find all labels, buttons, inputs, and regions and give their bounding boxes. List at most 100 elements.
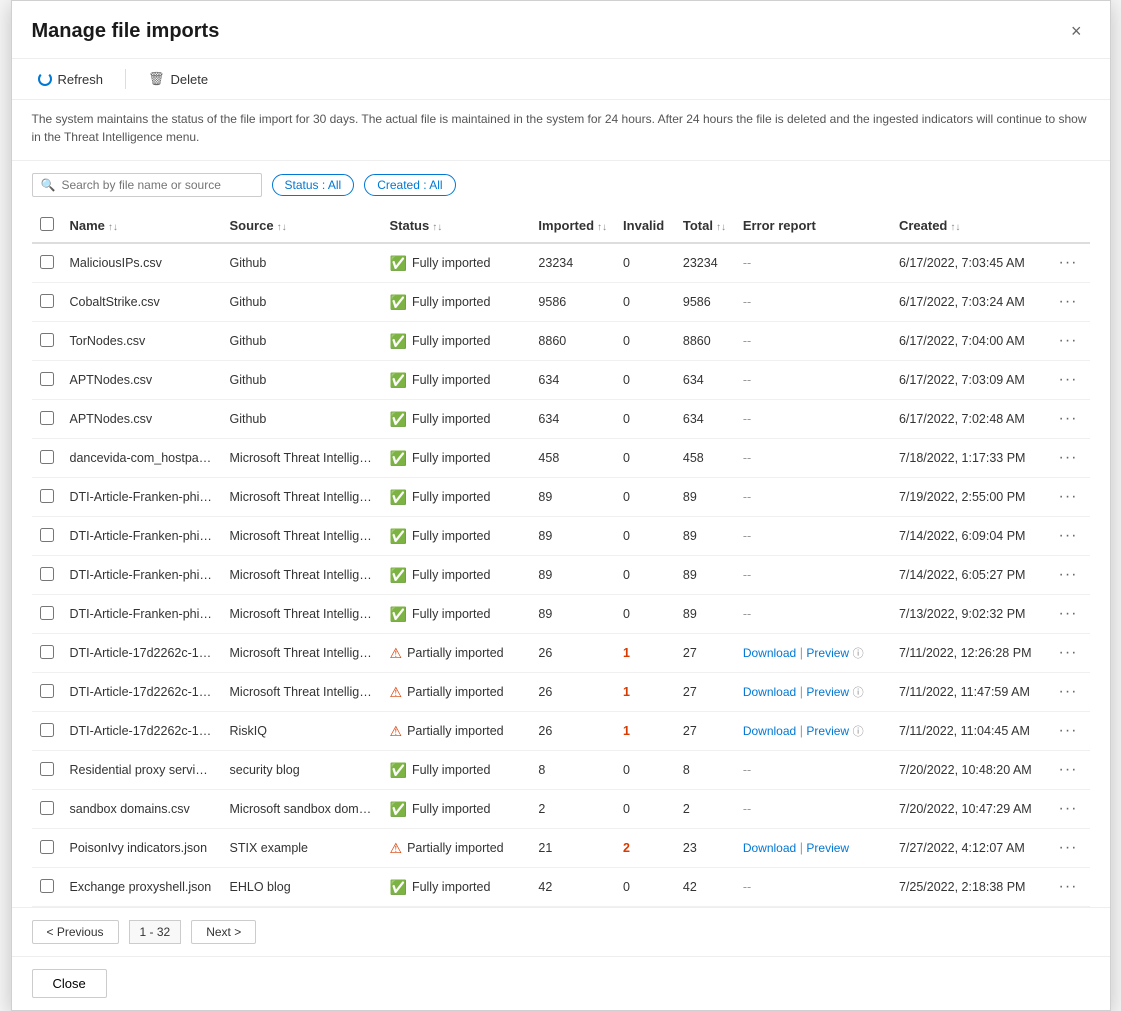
- row-checkbox[interactable]: [40, 333, 54, 347]
- row-checkbox-cell[interactable]: [32, 790, 62, 829]
- row-actions-cell[interactable]: ···: [1046, 400, 1089, 439]
- row-actions-cell[interactable]: ···: [1046, 361, 1089, 400]
- row-actions-cell[interactable]: ···: [1046, 868, 1089, 907]
- row-actions-button[interactable]: ···: [1054, 447, 1081, 469]
- row-actions-cell[interactable]: ···: [1046, 829, 1089, 868]
- close-footer-button[interactable]: Close: [32, 969, 107, 998]
- th-source[interactable]: Source↑↓: [222, 209, 382, 243]
- row-checkbox[interactable]: [40, 255, 54, 269]
- th-created[interactable]: Created↑↓: [891, 209, 1047, 243]
- row-checkbox-cell[interactable]: [32, 322, 62, 361]
- row-checkbox-cell[interactable]: [32, 478, 62, 517]
- row-actions-button[interactable]: ···: [1054, 252, 1081, 274]
- th-imported[interactable]: Imported↑↓: [530, 209, 615, 243]
- row-actions-cell[interactable]: ···: [1046, 712, 1089, 751]
- previous-button[interactable]: < Previous: [32, 920, 119, 944]
- row-actions-cell[interactable]: ···: [1046, 790, 1089, 829]
- row-checkbox-cell[interactable]: [32, 673, 62, 712]
- row-actions-button[interactable]: ···: [1054, 642, 1081, 664]
- row-actions-button[interactable]: ···: [1054, 837, 1081, 859]
- row-actions-button[interactable]: ···: [1054, 408, 1081, 430]
- th-status[interactable]: Status↑↓: [382, 209, 531, 243]
- row-actions-button[interactable]: ···: [1054, 330, 1081, 352]
- row-actions-cell[interactable]: ···: [1046, 243, 1089, 283]
- preview-link[interactable]: Preview: [806, 646, 849, 660]
- row-checkbox-cell[interactable]: [32, 751, 62, 790]
- row-checkbox[interactable]: [40, 606, 54, 620]
- next-button[interactable]: Next >: [191, 920, 256, 944]
- row-actions-button[interactable]: ···: [1054, 798, 1081, 820]
- row-checkbox[interactable]: [40, 684, 54, 698]
- preview-link[interactable]: Preview: [806, 841, 849, 855]
- row-actions-cell[interactable]: ···: [1046, 673, 1089, 712]
- row-checkbox[interactable]: [40, 801, 54, 815]
- row-checkbox[interactable]: [40, 840, 54, 854]
- row-actions-cell[interactable]: ···: [1046, 595, 1089, 634]
- row-checkbox-cell[interactable]: [32, 595, 62, 634]
- th-select-all[interactable]: [32, 209, 62, 243]
- row-actions-cell[interactable]: ···: [1046, 322, 1089, 361]
- th-invalid[interactable]: Invalid: [615, 209, 675, 243]
- dialog-close-button[interactable]: ×: [1063, 17, 1090, 46]
- row-actions-button[interactable]: ···: [1054, 876, 1081, 898]
- row-checkbox[interactable]: [40, 528, 54, 542]
- row-actions-button[interactable]: ···: [1054, 720, 1081, 742]
- row-checkbox-cell[interactable]: [32, 712, 62, 751]
- created-filter-pill[interactable]: Created : All: [364, 174, 455, 196]
- download-link[interactable]: Download: [743, 724, 796, 738]
- row-actions-cell[interactable]: ···: [1046, 478, 1089, 517]
- th-name[interactable]: Name↑↓: [62, 209, 222, 243]
- download-link[interactable]: Download: [743, 646, 796, 660]
- status-sort-icon[interactable]: ↑↓: [432, 222, 442, 233]
- row-checkbox-cell[interactable]: [32, 400, 62, 439]
- row-checkbox[interactable]: [40, 879, 54, 893]
- delete-button[interactable]: 🗑 Delete: [142, 67, 214, 91]
- row-checkbox-cell[interactable]: [32, 283, 62, 322]
- select-all-checkbox[interactable]: [40, 217, 54, 231]
- row-actions-button[interactable]: ···: [1054, 525, 1081, 547]
- row-checkbox[interactable]: [40, 645, 54, 659]
- row-checkbox-cell[interactable]: [32, 439, 62, 478]
- row-actions-cell[interactable]: ···: [1046, 556, 1089, 595]
- row-actions-button[interactable]: ···: [1054, 759, 1081, 781]
- row-checkbox-cell[interactable]: [32, 243, 62, 283]
- row-checkbox-cell[interactable]: [32, 868, 62, 907]
- row-actions-cell[interactable]: ···: [1046, 751, 1089, 790]
- row-checkbox[interactable]: [40, 489, 54, 503]
- search-box[interactable]: 🔍: [32, 173, 262, 197]
- row-actions-button[interactable]: ···: [1054, 369, 1081, 391]
- row-checkbox-cell[interactable]: [32, 556, 62, 595]
- source-sort-icon[interactable]: ↑↓: [277, 222, 287, 233]
- preview-link[interactable]: Preview: [806, 685, 849, 699]
- preview-link[interactable]: Preview: [806, 724, 849, 738]
- download-link[interactable]: Download: [743, 841, 796, 855]
- row-checkbox[interactable]: [40, 762, 54, 776]
- row-actions-cell[interactable]: ···: [1046, 634, 1089, 673]
- row-actions-cell[interactable]: ···: [1046, 517, 1089, 556]
- row-actions-button[interactable]: ···: [1054, 564, 1081, 586]
- created-sort-icon[interactable]: ↑↓: [950, 222, 960, 233]
- row-checkbox[interactable]: [40, 294, 54, 308]
- download-link[interactable]: Download: [743, 685, 796, 699]
- row-checkbox[interactable]: [40, 411, 54, 425]
- row-checkbox[interactable]: [40, 723, 54, 737]
- row-checkbox-cell[interactable]: [32, 829, 62, 868]
- row-checkbox[interactable]: [40, 450, 54, 464]
- row-checkbox-cell[interactable]: [32, 634, 62, 673]
- refresh-button[interactable]: Refresh: [32, 68, 110, 91]
- row-actions-button[interactable]: ···: [1054, 486, 1081, 508]
- row-checkbox[interactable]: [40, 567, 54, 581]
- imported-sort-icon[interactable]: ↑↓: [597, 222, 607, 233]
- name-sort-icon[interactable]: ↑↓: [108, 222, 118, 233]
- status-filter-pill[interactable]: Status : All: [272, 174, 355, 196]
- th-total[interactable]: Total↑↓: [675, 209, 735, 243]
- row-actions-cell[interactable]: ···: [1046, 439, 1089, 478]
- row-actions-cell[interactable]: ···: [1046, 283, 1089, 322]
- row-actions-button[interactable]: ···: [1054, 291, 1081, 313]
- row-checkbox-cell[interactable]: [32, 517, 62, 556]
- row-checkbox[interactable]: [40, 372, 54, 386]
- search-input[interactable]: [61, 178, 252, 192]
- row-checkbox-cell[interactable]: [32, 361, 62, 400]
- row-actions-button[interactable]: ···: [1054, 603, 1081, 625]
- row-actions-button[interactable]: ···: [1054, 681, 1081, 703]
